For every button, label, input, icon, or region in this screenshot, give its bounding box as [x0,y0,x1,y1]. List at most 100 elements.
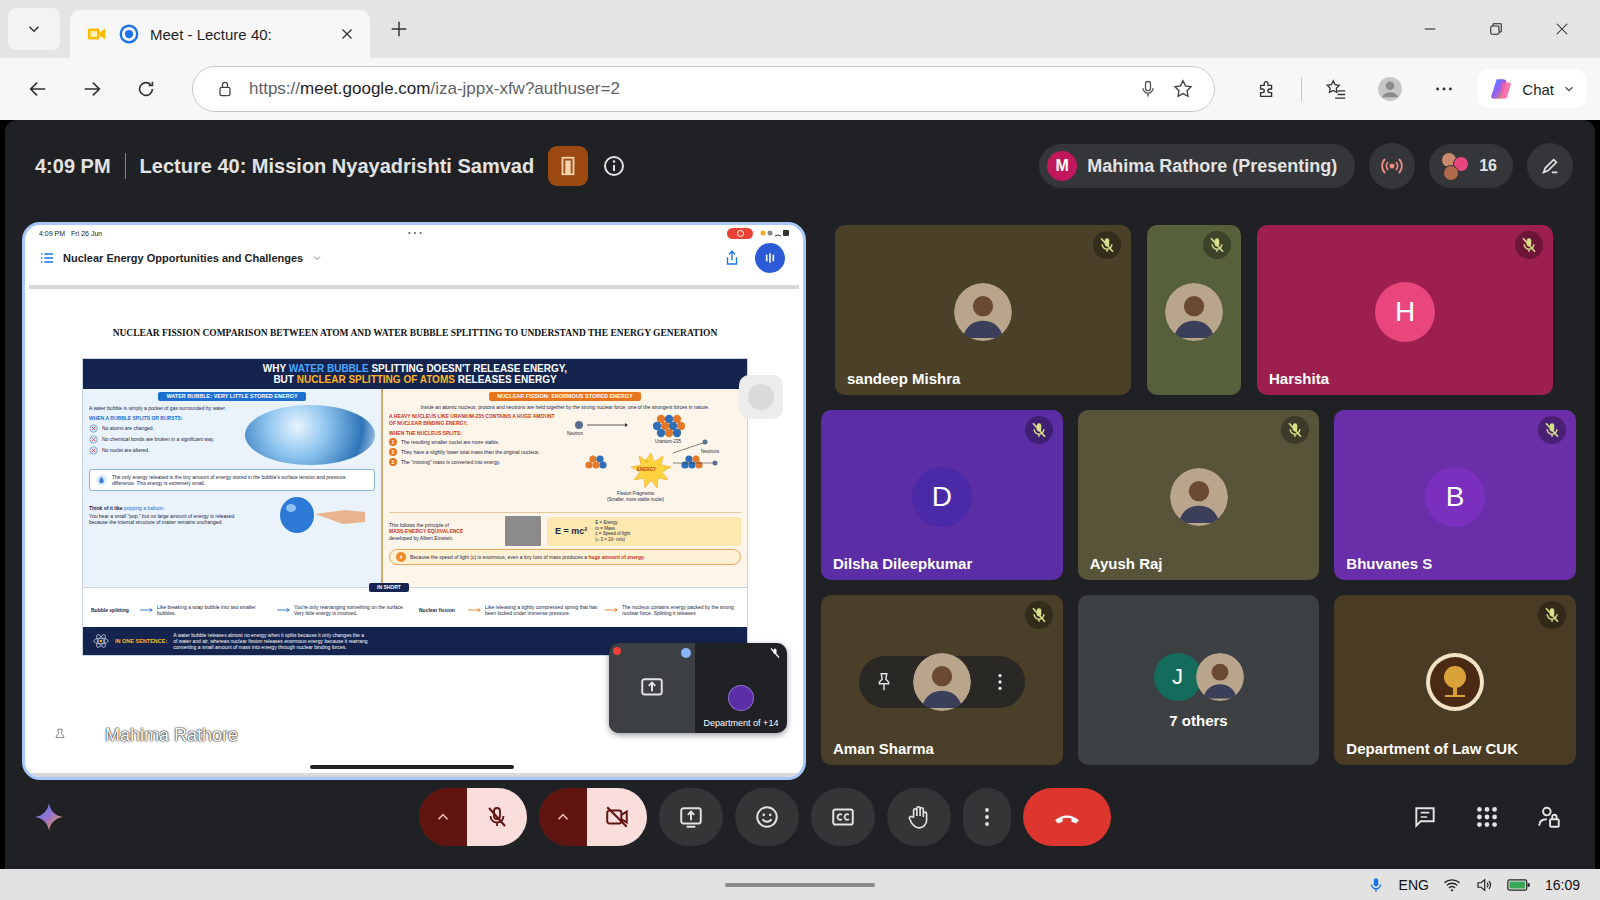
close-window-button[interactable] [1534,9,1590,49]
muted-indicator [1515,231,1543,259]
atom-icon [93,633,109,649]
participant-avatar: J [1154,653,1202,701]
input-language[interactable]: ENG [1399,877,1429,893]
profile-button[interactable] [1370,69,1410,109]
chat-button[interactable] [1401,793,1449,841]
share-icon[interactable] [723,249,741,267]
pin-icon[interactable] [873,671,895,693]
participant-tile[interactable]: J 7 others [1078,595,1320,765]
microphone-icon[interactable] [1138,79,1158,99]
volume-icon[interactable] [1475,876,1493,894]
participant-tile[interactable]: Aman Sharma [821,595,1063,765]
arrow-icon [277,607,291,613]
restore-button[interactable] [1468,9,1524,49]
chevron-down-icon [25,20,43,38]
presentation-tile[interactable]: 4:09 PM Fri 26 Jun Nuclear Energy Opport… [22,222,806,780]
taskbar-handle[interactable] [725,883,875,887]
more-vertical-icon [975,805,999,829]
frame-icon[interactable] [77,726,97,746]
participant-grid: sandeep Mishra H Harshita D Dilsha Dilee… [821,225,1576,782]
broadcast-icon [1380,154,1404,178]
scroll-button[interactable] [739,375,783,419]
back-button[interactable] [18,69,58,109]
star-icon[interactable] [1172,78,1194,100]
participant-tile[interactable]: Ayush Raj [1078,410,1320,580]
fission-step: 2They have a slightly lower total mass t… [389,448,557,456]
list-icon[interactable] [39,250,55,266]
bars-icon [762,250,778,266]
more-button[interactable] [1424,69,1464,109]
lightning-icon [396,552,406,562]
mic-off-icon [1030,606,1048,624]
participant-tile[interactable]: sandeep Mishra [835,225,1131,395]
url-field[interactable]: https://meet.google.com/iza-jppx-xfw?aut… [192,66,1215,112]
self-view[interactable]: Department of +14 [609,643,787,733]
profile-photo [1165,283,1223,341]
copilot-chat-button[interactable]: Chat [1478,70,1586,108]
screen: Meet - Lecture 40: https://meet.google.c… [0,0,1600,900]
chevron-up-icon[interactable] [554,808,572,826]
column-header: NUCLEAR FISSION: ENORMOUS STORED ENERGY [489,392,640,401]
reactions-button[interactable] [735,788,799,846]
document-title[interactable]: Nuclear Energy Opportunities and Challen… [63,252,303,264]
favorites-button[interactable] [1316,69,1356,109]
captions-button[interactable] [811,788,875,846]
pin-icon[interactable] [51,727,69,745]
forward-arrow-icon [81,78,103,100]
audio-button[interactable] [755,243,785,273]
microphone-icon[interactable] [1367,876,1385,894]
no-change-icon [89,435,98,444]
info-icon[interactable] [602,154,626,178]
minimize-button[interactable] [1402,9,1458,49]
activities-button[interactable] [1463,793,1511,841]
wifi-icon[interactable] [1443,876,1461,894]
participant-tile[interactable]: H Harshita [1257,225,1553,395]
gemini-button[interactable] [29,802,69,832]
infographic: WHY WATER BUBBLE SPLITTING DOESN'T RELEA… [83,359,747,655]
mic-off-icon[interactable] [485,805,509,829]
leave-call-button[interactable] [1023,788,1111,846]
battery-icon[interactable] [1507,878,1531,892]
participant-tile[interactable] [1147,225,1241,395]
participant-tile[interactable]: B Bhuvanes S [1334,410,1576,580]
extensions-button[interactable] [1247,69,1287,109]
presenter-chip[interactable]: M Mahima Rathore (Presenting) [1039,144,1355,188]
muted-indicator [1203,231,1231,259]
reload-button[interactable] [126,69,166,109]
chevron-down-icon [311,252,323,264]
forward-button[interactable] [72,69,112,109]
annotate-button[interactable] [1527,143,1573,189]
address-bar: https://meet.google.com/iza-jppx-xfw?aut… [0,58,1600,120]
tab-list-button[interactable] [8,8,60,50]
camera-control[interactable] [539,788,647,846]
recording-indicator [727,228,753,239]
camera-off-icon[interactable] [604,804,630,830]
fission-step: 1The resulting smaller nuclei are more s… [389,438,557,446]
raise-hand-button[interactable] [887,788,951,846]
participant-name: Aman Sharma [833,740,934,757]
participants-button[interactable]: 16 [1429,144,1513,188]
clock[interactable]: 16:09 [1545,877,1580,893]
live-button[interactable] [1369,143,1415,189]
chevron-up-icon[interactable] [434,808,452,826]
companion-badge[interactable] [548,146,588,186]
microphone-control[interactable] [419,788,527,846]
more-vertical-icon[interactable] [989,671,1011,693]
arrow-icon [140,607,154,613]
close-icon[interactable] [338,25,356,43]
profile-photo [1196,653,1244,701]
participant-name: Harshita [1269,370,1329,387]
participant-tile[interactable]: Department of Law CUK [1334,595,1576,765]
host-controls-button[interactable] [1525,793,1573,841]
present-button[interactable] [659,788,723,846]
new-tab-icon[interactable] [388,18,410,40]
mic-off-icon [1098,236,1116,254]
no-change-icon [89,446,98,455]
mic-off-icon [1543,606,1561,624]
hand-icon [906,804,932,830]
participant-tile[interactable]: D Dilsha Dileepkumar [821,410,1063,580]
browser-tab[interactable]: Meet - Lecture 40: [70,10,370,58]
formula-box: E = mc² E = Energym = Massc = Speed of l… [547,517,741,546]
home-indicator [310,765,514,769]
more-options-button[interactable] [963,788,1011,846]
